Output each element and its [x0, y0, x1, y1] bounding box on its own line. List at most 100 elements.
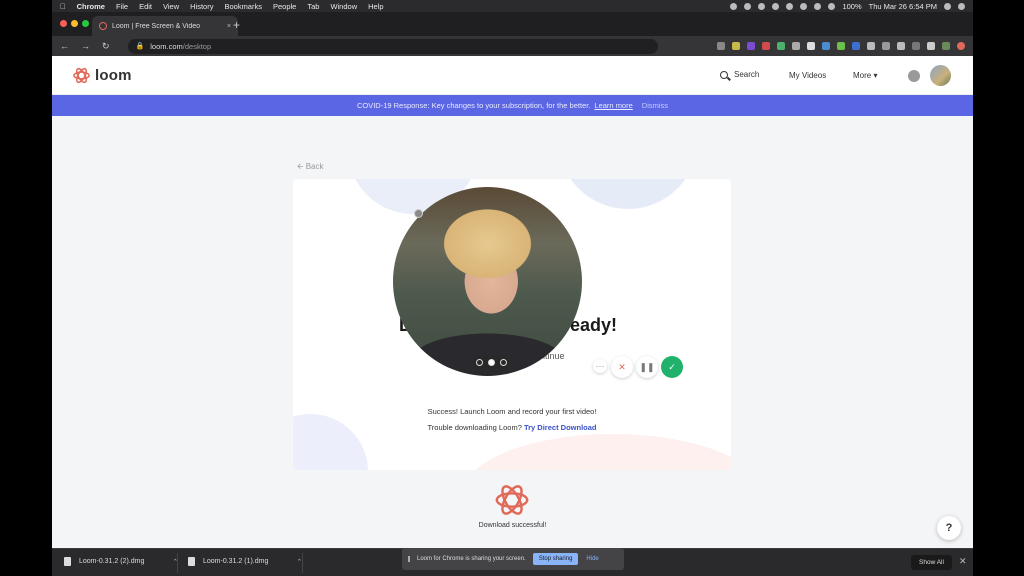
- menu-app-name[interactable]: Chrome: [77, 2, 105, 11]
- extension-icon[interactable]: [777, 42, 785, 50]
- extension-icon[interactable]: [882, 42, 890, 50]
- avatar[interactable]: [930, 65, 951, 86]
- loom-favicon-icon: [99, 22, 107, 30]
- status-icon[interactable]: [744, 2, 752, 10]
- show-all-button[interactable]: Show All: [911, 555, 952, 570]
- trouble-message: Trouble downloading Loom? Try Direct Dow…: [293, 423, 731, 432]
- battery-percent[interactable]: 100%: [842, 2, 861, 11]
- my-videos-link[interactable]: My Videos: [789, 71, 826, 80]
- trouble-text: Trouble downloading Loom?: [427, 423, 522, 432]
- status-icon[interactable]: [786, 2, 794, 10]
- spotlight-icon[interactable]: [944, 2, 951, 10]
- tab-loom[interactable]: Loom | Free Screen & Video ×: [92, 16, 238, 36]
- menu-help[interactable]: Help: [368, 2, 383, 11]
- url-path: /desktop: [182, 41, 212, 51]
- drag-handle-icon[interactable]: [408, 556, 410, 562]
- url-host: loom.com: [150, 41, 183, 51]
- reload-icon[interactable]: ↻: [102, 41, 110, 52]
- extension-icon[interactable]: [822, 42, 830, 50]
- pause-recording-button[interactable]: ❚❚: [636, 356, 658, 378]
- menu-edit[interactable]: Edit: [139, 2, 152, 11]
- menu-window[interactable]: Window: [330, 2, 357, 11]
- logo-wordmark: loom: [95, 67, 132, 84]
- loom-logo-icon: [73, 67, 90, 84]
- divider: [177, 553, 178, 573]
- status-icon[interactable]: [800, 2, 808, 10]
- more-menu[interactable]: More ▾: [853, 71, 877, 80]
- address-bar[interactable]: 🔒 loom.com/desktop: [127, 38, 658, 54]
- menu-people[interactable]: People: [273, 2, 296, 11]
- menu-history[interactable]: History: [190, 2, 213, 11]
- status-icon[interactable]: [730, 2, 738, 10]
- extension-icon[interactable]: [807, 42, 815, 50]
- extensions: [710, 42, 965, 50]
- forward-arrow-icon[interactable]: →: [81, 41, 90, 51]
- download-item[interactable]: Loom-0.31.2 (2).dmg ⌃: [64, 557, 178, 566]
- tab-title: Loom | Free Screen & Video: [112, 22, 201, 30]
- help-button[interactable]: ?: [937, 516, 961, 540]
- extension-icon[interactable]: [717, 42, 725, 50]
- finish-recording-button[interactable]: ✓: [661, 356, 683, 378]
- back-arrow-icon[interactable]: ←: [60, 41, 69, 51]
- tab-close-icon[interactable]: ×: [227, 23, 231, 30]
- extension-icon[interactable]: [927, 42, 935, 50]
- status-icon[interactable]: [772, 2, 780, 10]
- cancel-recording-button[interactable]: ✕: [611, 356, 633, 378]
- extension-icon[interactable]: [837, 42, 845, 50]
- extension-icon[interactable]: [867, 42, 875, 50]
- extension-icon[interactable]: [747, 42, 755, 50]
- bubble-drag-handle-icon[interactable]: [414, 209, 423, 218]
- screen:  Chrome File Edit View History Bookmark…: [52, 0, 973, 576]
- new-tab-button[interactable]: +: [233, 18, 240, 32]
- menu-bookmarks[interactable]: Bookmarks: [224, 2, 262, 11]
- hide-button[interactable]: Hide: [586, 556, 598, 562]
- bubble-size-small-icon[interactable]: [475, 359, 483, 366]
- loom-extension-icon[interactable]: [957, 42, 965, 50]
- clock[interactable]: Thu Mar 26 6:54 PM: [869, 2, 937, 11]
- status-icon[interactable]: [758, 2, 766, 10]
- direct-download-link[interactable]: Try Direct Download: [524, 423, 597, 432]
- back-link[interactable]: 🡨 Back: [297, 161, 324, 175]
- extension-icon[interactable]: [897, 42, 905, 50]
- wifi-icon[interactable]: [814, 2, 822, 10]
- stop-sharing-button[interactable]: Stop sharing: [532, 553, 579, 565]
- bubble-size-controls[interactable]: [473, 356, 509, 369]
- menu-tab[interactable]: Tab: [307, 2, 319, 11]
- loom-logo[interactable]: loom: [72, 66, 132, 85]
- recording-more-button[interactable]: ···: [593, 359, 607, 373]
- dismiss-link[interactable]: Dismiss: [642, 101, 668, 110]
- zoom-window-icon[interactable]: [82, 20, 89, 27]
- decorative-blob: [558, 179, 698, 209]
- screen-sharing-bar: Loom for Chrome is sharing your screen. …: [402, 548, 624, 570]
- macos-menu-bar:  Chrome File Edit View History Bookmark…: [52, 0, 973, 12]
- extension-icon[interactable]: [912, 42, 920, 50]
- learn-more-link[interactable]: Learn more: [594, 101, 632, 110]
- profile-avatar-icon[interactable]: [942, 42, 950, 50]
- browser-toolbar: ← → ↻ 🔒 loom.com/desktop: [52, 36, 973, 56]
- back-arrow-icon: 🡨: [297, 162, 306, 171]
- search-icon: [720, 70, 728, 79]
- volume-icon[interactable]: [828, 2, 836, 10]
- lock-icon: 🔒: [135, 43, 145, 50]
- close-shelf-icon[interactable]: ✕: [959, 556, 967, 567]
- menu-view[interactable]: View: [163, 2, 179, 11]
- minimize-window-icon[interactable]: [71, 20, 78, 27]
- download-item[interactable]: Loom-0.31.2 (1).dmg ⌃: [188, 557, 302, 566]
- notifications-bell-icon[interactable]: [908, 70, 920, 82]
- extension-icon[interactable]: [762, 42, 770, 50]
- notification-center-icon[interactable]: [958, 2, 965, 10]
- tab-strip: Loom | Free Screen & Video × +: [52, 12, 973, 36]
- extension-icon[interactable]: [792, 42, 800, 50]
- announcement-banner: COVID-19 Response: Key changes to your s…: [52, 95, 973, 116]
- close-window-icon[interactable]: [60, 20, 67, 27]
- bubble-size-medium-icon[interactable]: [487, 359, 495, 366]
- search-link[interactable]: Search: [720, 70, 759, 79]
- menu-file[interactable]: File: [116, 2, 128, 11]
- apple-icon[interactable]: : [60, 2, 66, 11]
- bubble-size-large-icon[interactable]: [499, 359, 507, 366]
- sharing-message: Loom for Chrome is sharing your screen.: [417, 556, 526, 562]
- extension-icon[interactable]: [852, 42, 860, 50]
- download-status: Download successful!: [478, 522, 547, 529]
- bookmark-star-icon[interactable]: [732, 42, 740, 50]
- success-message: Success! Launch Loom and record your fir…: [427, 407, 597, 416]
